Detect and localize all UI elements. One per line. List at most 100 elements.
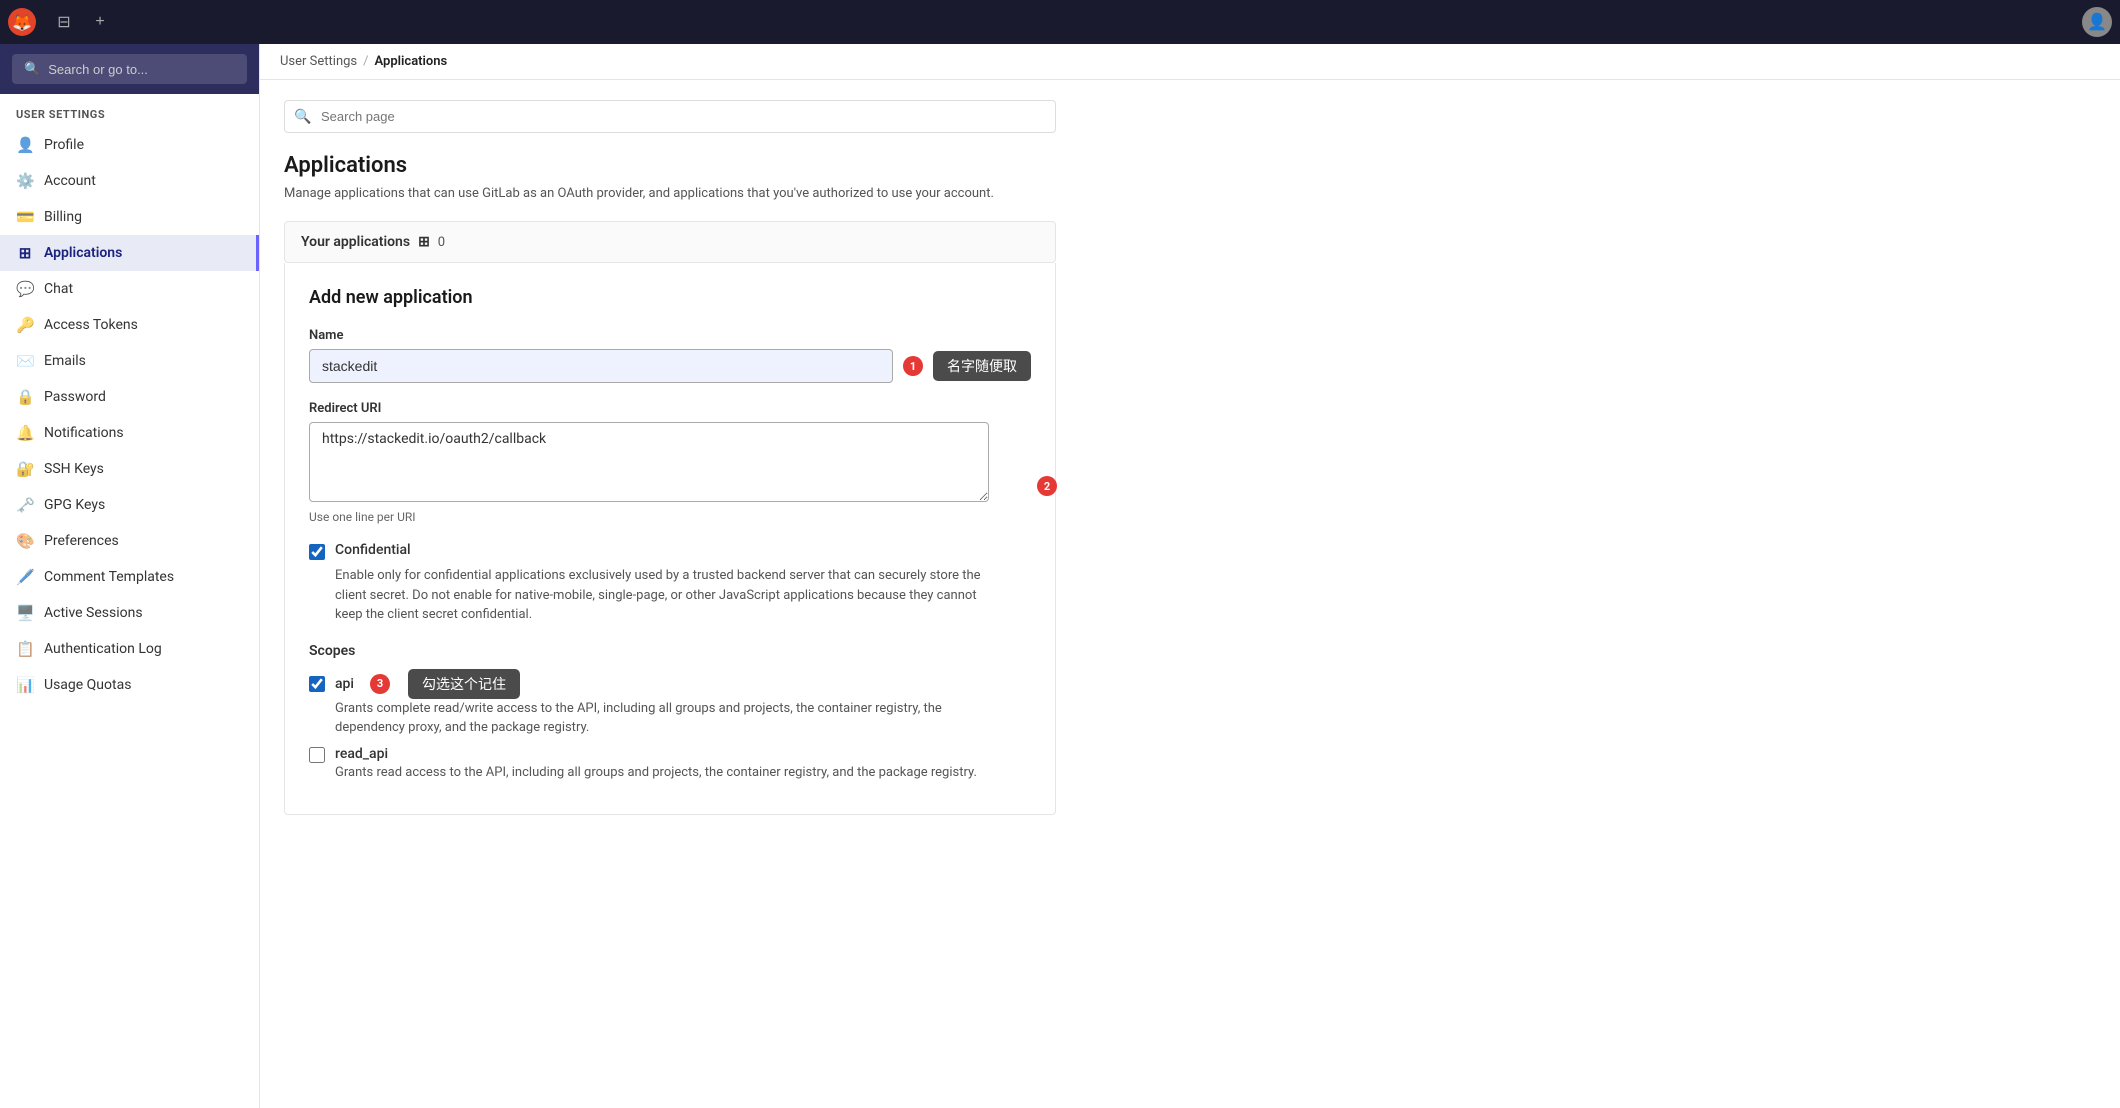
content-area: 🔍 Applications Manage applications that … <box>260 80 1080 855</box>
sidebar-label-profile: Profile <box>44 137 84 153</box>
sidebar-item-applications[interactable]: ⊞ Applications <box>0 235 259 271</box>
name-form-group: Name 1 名字随便取 <box>309 328 1031 383</box>
sidebar-section-label: User settings <box>0 94 259 127</box>
scope-api-wrapper: api 3 勾选这个记住 Grants complete read/write … <box>309 669 1031 738</box>
global-search-button[interactable]: 🔍 Search or go to... <box>12 54 247 84</box>
page-search-bar: 🔍 <box>284 100 1056 133</box>
sidebar-label-account: Account <box>44 173 96 189</box>
sidebar-item-gpg-keys[interactable]: 🗝️ GPG Keys <box>0 487 259 523</box>
sidebar-label-emails: Emails <box>44 353 86 369</box>
billing-icon: 💳 <box>16 208 34 226</box>
add-section-title: Add new application <box>309 287 1031 308</box>
page-subtitle: Manage applications that can use GitLab … <box>284 186 1056 201</box>
page-title: Applications <box>284 153 1056 178</box>
redirect-uri-form-group: Redirect URI https://stackedit.io/oauth2… <box>309 401 1031 524</box>
step-3-badge: 3 <box>370 674 390 694</box>
sidebar-item-preferences[interactable]: 🎨 Preferences <box>0 523 259 559</box>
scopes-section: Scopes api 3 勾选这个记住 Grants complete read… <box>309 643 1031 783</box>
user-avatar-button[interactable]: 👤 <box>2082 7 2112 37</box>
account-icon: ⚙️ <box>16 172 34 190</box>
apps-grid-icon: ⊞ <box>418 234 430 250</box>
your-applications-header: Your applications ⊞ 0 <box>284 221 1056 263</box>
new-item-button[interactable]: + <box>84 6 116 38</box>
sidebar: 🔍 Search or go to... User settings 👤 Pro… <box>0 44 260 1108</box>
comment-templates-icon: 🖊️ <box>16 568 34 586</box>
main-content: User Settings / Applications 🔍 Applicati… <box>260 44 2120 1108</box>
step-2-badge: 2 <box>1037 476 1057 496</box>
sidebar-item-profile[interactable]: 👤 Profile <box>0 127 259 163</box>
name-input[interactable] <box>309 349 893 383</box>
sidebar-item-ssh-keys[interactable]: 🔐 SSH Keys <box>0 451 259 487</box>
scope-read-api-label[interactable]: read_api <box>335 746 388 762</box>
scope-read-api-wrapper: read_api Grants read access to the API, … <box>309 746 1031 783</box>
applications-icon: ⊞ <box>16 244 34 262</box>
scope-api-checkbox[interactable] <box>309 676 325 692</box>
sidebar-item-usage-quotas[interactable]: 📊 Usage Quotas <box>0 667 259 703</box>
sidebar-label-gpg-keys: GPG Keys <box>44 497 105 513</box>
breadcrumb-parent-link[interactable]: User Settings <box>280 54 357 69</box>
sidebar-item-active-sessions[interactable]: 🖥️ Active Sessions <box>0 595 259 631</box>
search-label: Search or go to... <box>48 62 148 77</box>
scope-read-api-checkbox[interactable] <box>309 747 325 763</box>
api-scope-tooltip: 勾选这个记住 <box>408 669 520 699</box>
sidebar-label-notifications: Notifications <box>44 425 124 441</box>
breadcrumb-current: Applications <box>375 54 448 69</box>
redirect-uri-input[interactable]: https://stackedit.io/oauth2/callback <box>309 422 989 502</box>
preferences-icon: 🎨 <box>16 532 34 550</box>
your-applications-label: Your applications <box>301 234 410 250</box>
usage-quotas-icon: 📊 <box>16 676 34 694</box>
search-icon: 🔍 <box>24 61 40 77</box>
confidential-checkbox[interactable] <box>309 544 325 560</box>
sidebar-label-usage-quotas: Usage Quotas <box>44 677 131 693</box>
redirect-uri-help: Use one line per URI <box>309 510 1031 524</box>
sidebar-label-chat: Chat <box>44 281 73 297</box>
sidebar-item-comment-templates[interactable]: 🖊️ Comment Templates <box>0 559 259 595</box>
confidential-label[interactable]: Confidential <box>335 542 411 558</box>
top-bar: 🦊 ⊟ + 👤 <box>0 0 2120 44</box>
sidebar-label-ssh-keys: SSH Keys <box>44 461 104 477</box>
confidential-row: Confidential <box>309 542 1031 560</box>
active-sessions-icon: 🖥️ <box>16 604 34 622</box>
sidebar-item-billing[interactable]: 💳 Billing <box>0 199 259 235</box>
apps-count: 0 <box>438 235 445 250</box>
redirect-uri-label: Redirect URI <box>309 401 1031 416</box>
sidebar-item-notifications[interactable]: 🔔 Notifications <box>0 415 259 451</box>
emails-icon: ✉️ <box>16 352 34 370</box>
confidential-form-group: Confidential Enable only for confidentia… <box>309 542 1031 625</box>
profile-icon: 👤 <box>16 136 34 154</box>
sidebar-label-applications: Applications <box>44 245 122 261</box>
sidebar-label-authentication-log: Authentication Log <box>44 641 162 657</box>
sidebar-label-billing: Billing <box>44 209 82 225</box>
scope-read-api-desc: Grants read access to the API, including… <box>335 763 995 783</box>
sidebar-label-active-sessions: Active Sessions <box>44 605 143 621</box>
chat-icon: 💬 <box>16 280 34 298</box>
name-label: Name <box>309 328 1031 343</box>
sidebar-toggle-button[interactable]: ⊟ <box>48 6 80 38</box>
page-search-icon: 🔍 <box>294 109 311 125</box>
sidebar-label-preferences: Preferences <box>44 533 119 549</box>
password-icon: 🔒 <box>16 388 34 406</box>
sidebar-item-account[interactable]: ⚙️ Account <box>0 163 259 199</box>
sidebar-item-emails[interactable]: ✉️ Emails <box>0 343 259 379</box>
page-search-input[interactable] <box>284 100 1056 133</box>
sidebar-item-chat[interactable]: 💬 Chat <box>0 271 259 307</box>
authentication-log-icon: 📋 <box>16 640 34 658</box>
access-tokens-icon: 🔑 <box>16 316 34 334</box>
sidebar-search-area: 🔍 Search or go to... <box>0 44 259 94</box>
breadcrumb: User Settings / Applications <box>260 44 2120 80</box>
sidebar-item-access-tokens[interactable]: 🔑 Access Tokens <box>0 307 259 343</box>
sidebar-label-access-tokens: Access Tokens <box>44 317 138 333</box>
breadcrumb-separator: / <box>363 54 368 69</box>
notifications-icon: 🔔 <box>16 424 34 442</box>
sidebar-label-password: Password <box>44 389 106 405</box>
step-1-badge: 1 <box>903 356 923 376</box>
scope-api-label[interactable]: api <box>335 676 354 692</box>
gpg-keys-icon: 🗝️ <box>16 496 34 514</box>
ssh-keys-icon: 🔐 <box>16 460 34 478</box>
add-new-application-section: Add new application Name 1 名字随便取 <box>284 263 1056 815</box>
sidebar-item-password[interactable]: 🔒 Password <box>0 379 259 415</box>
top-bar-icons: ⊟ + <box>48 6 116 38</box>
sidebar-item-authentication-log[interactable]: 📋 Authentication Log <box>0 631 259 667</box>
name-tooltip: 名字随便取 <box>933 351 1031 381</box>
confidential-desc: Enable only for confidential application… <box>335 566 995 625</box>
